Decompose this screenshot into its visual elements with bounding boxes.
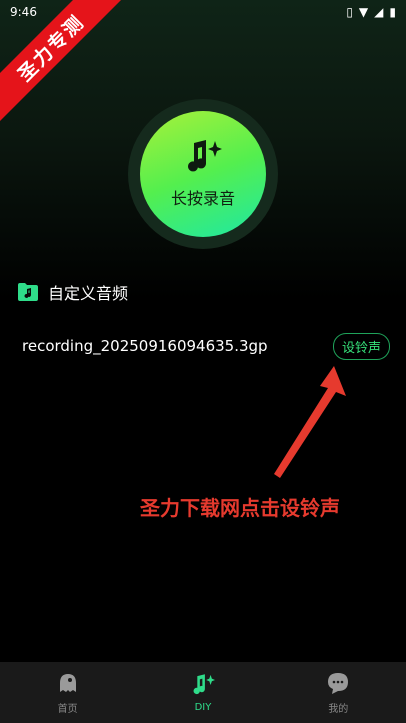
- section-title: 自定义音频: [48, 284, 129, 303]
- record-label: 长按录音: [170, 189, 235, 208]
- list-item[interactable]: recording_20250916094635.3gp 设铃声: [22, 332, 390, 360]
- music-note-icon: [188, 140, 222, 172]
- annotation-text: 圣力下载网点击设铃声: [140, 496, 340, 520]
- file-name: recording_20250916094635.3gp: [22, 337, 268, 355]
- chat-face-icon: [328, 672, 349, 694]
- nav-label-home: 首页: [57, 703, 78, 715]
- ghost-icon: [59, 673, 76, 692]
- record-button-ring: 长按录音: [128, 99, 278, 249]
- status-time: 9:46: [10, 5, 37, 19]
- nav-label-mine: 我的: [328, 703, 349, 715]
- wifi-icon: ▼: [358, 5, 369, 19]
- music-note-icon: [193, 673, 215, 694]
- nav-item-mine[interactable]: 我的: [298, 671, 378, 715]
- battery-icon: ▮: [389, 5, 396, 19]
- signal-icon: ◢: [374, 5, 384, 19]
- folder-music-icon: [18, 283, 38, 301]
- nav-item-home[interactable]: 首页: [28, 671, 108, 715]
- nav-label-diy: DIY: [194, 701, 212, 713]
- annotation-arrow: [274, 366, 346, 478]
- vibrate-icon: ▯: [346, 5, 353, 19]
- record-button[interactable]: 长按录音: [140, 111, 266, 237]
- bottom-nav: 首页 DIY 我的: [0, 662, 406, 723]
- status-icons: ▯ ▼ ◢ ▮: [346, 5, 396, 19]
- nav-item-diy[interactable]: DIY: [163, 673, 243, 713]
- section-header: 自定义音频: [18, 280, 128, 304]
- set-ringtone-button[interactable]: 设铃声: [332, 332, 390, 360]
